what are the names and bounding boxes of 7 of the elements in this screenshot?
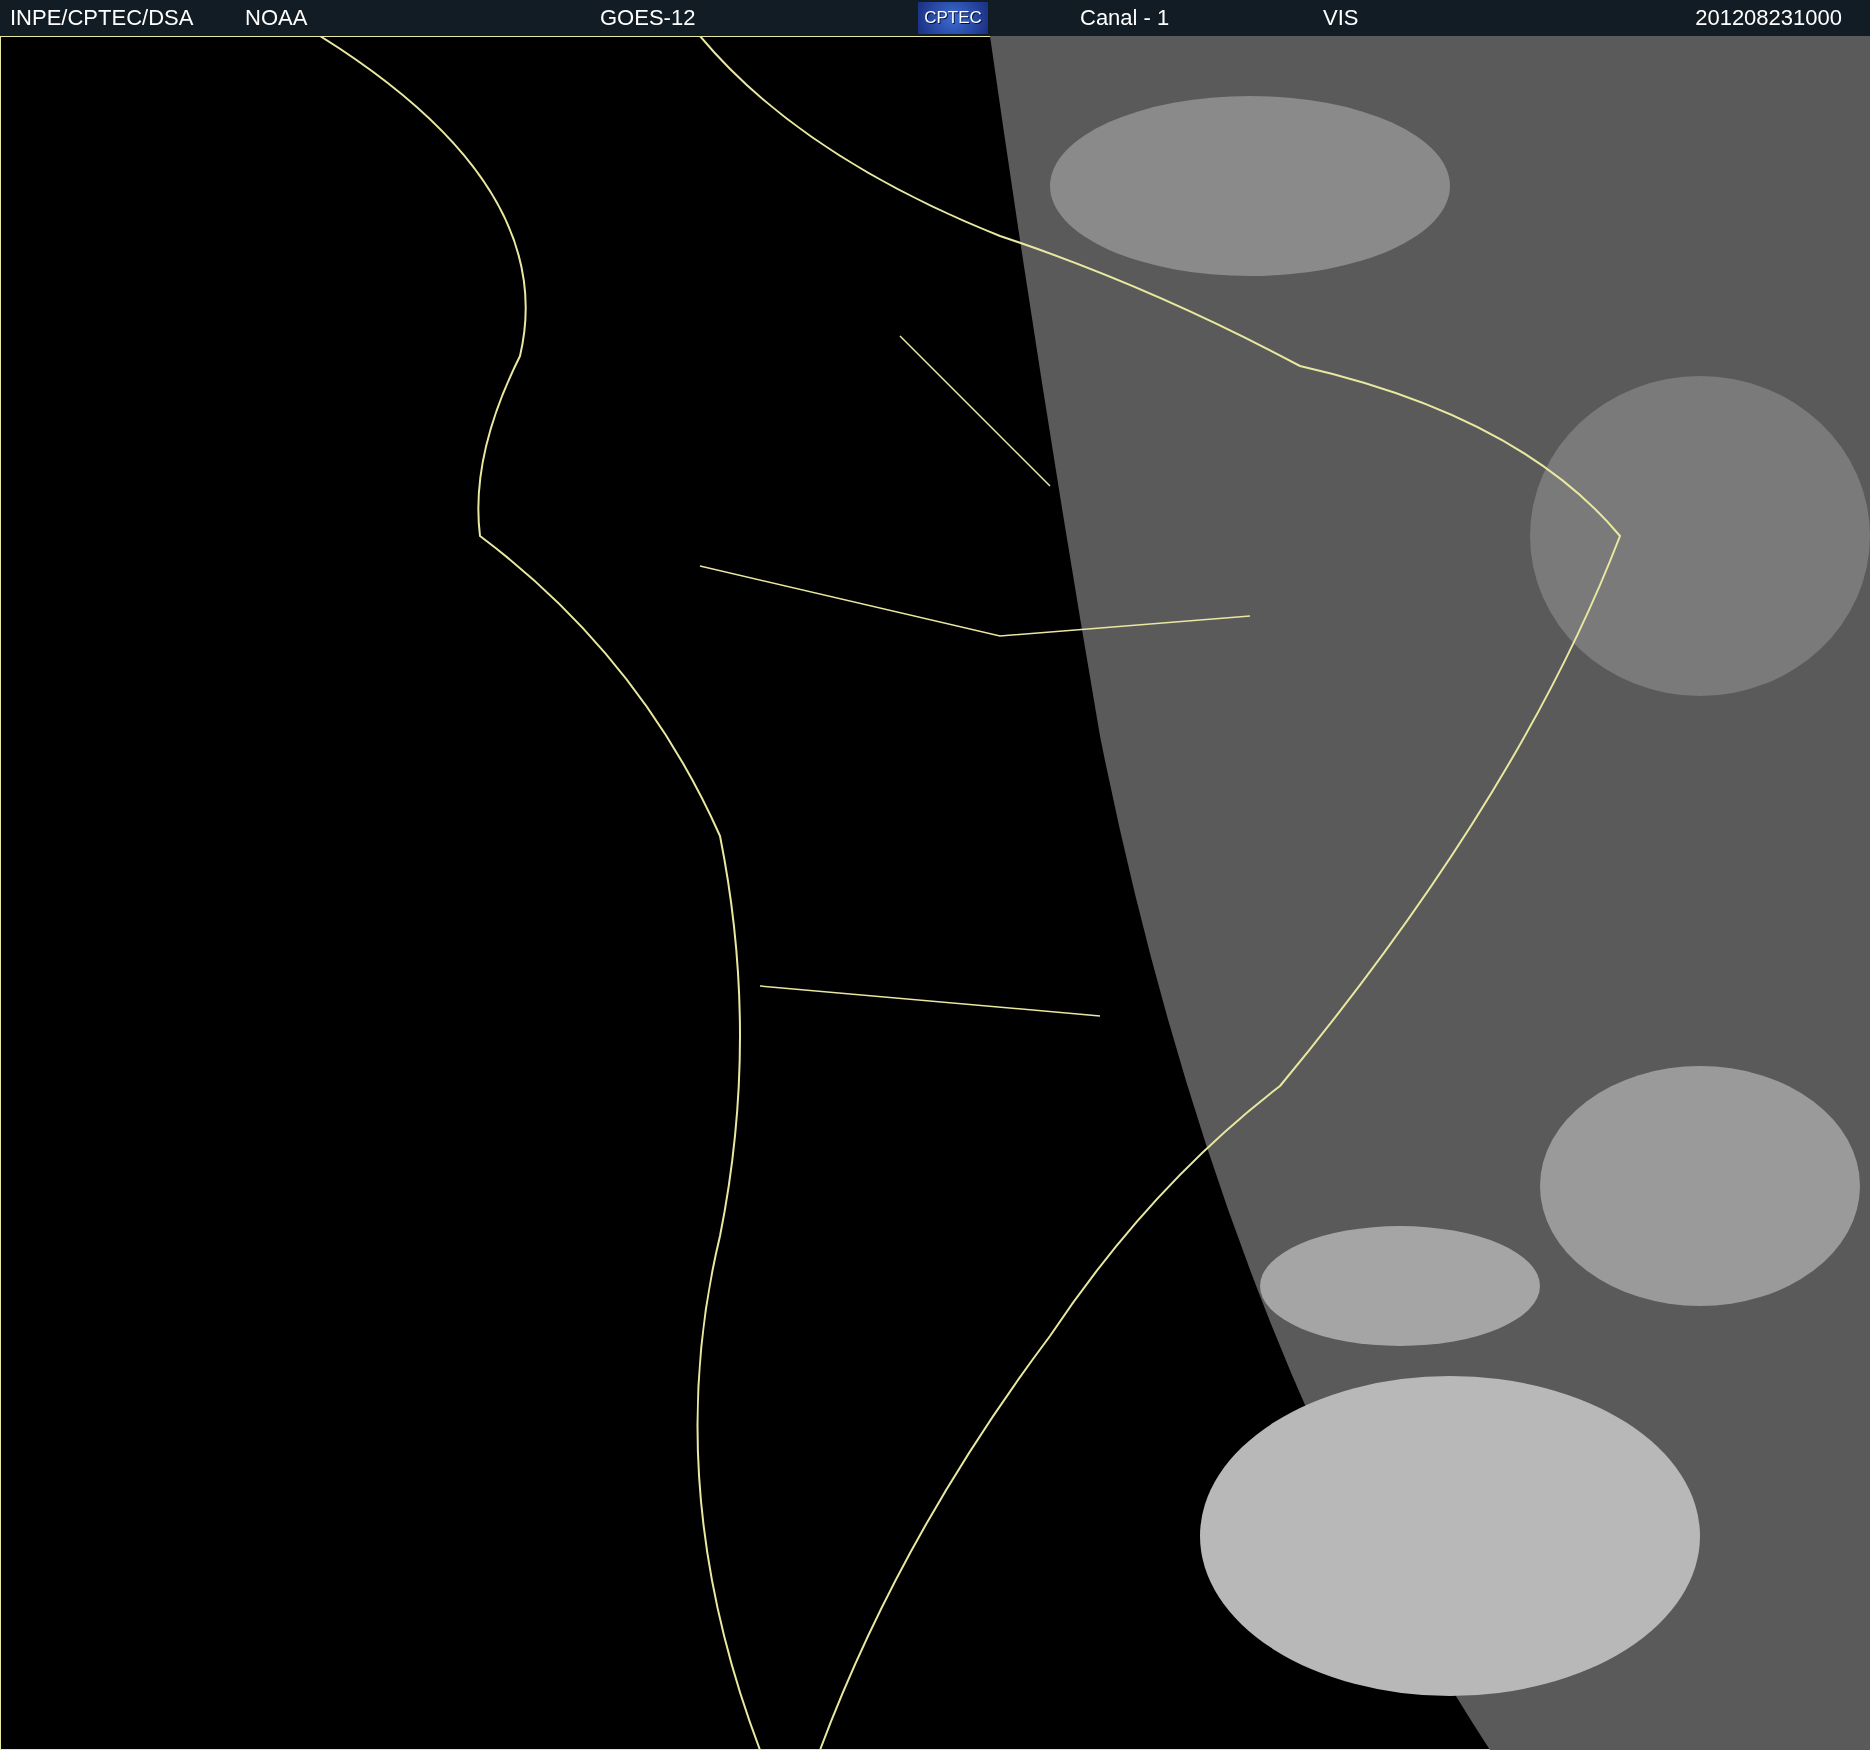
timestamp-label: 201208231000 (1695, 5, 1843, 31)
source-label: INPE/CPTEC/DSA (10, 5, 195, 31)
agency-label: NOAA (245, 5, 309, 31)
logo: CPTEC (918, 2, 988, 34)
satellite-label: GOES-12 (600, 5, 697, 31)
channel-label: Canal - 1 (1080, 5, 1171, 31)
band-label: VIS (1323, 5, 1360, 31)
